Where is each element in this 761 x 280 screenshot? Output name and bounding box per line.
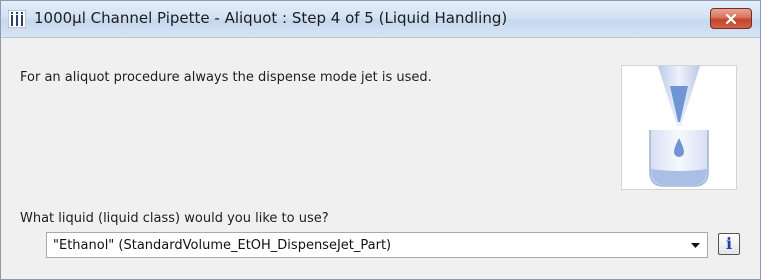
dialog-window: 1000µl Channel Pipette - Aliquot : Step …: [0, 0, 761, 280]
pipette-channels-icon: [7, 9, 27, 29]
close-button[interactable]: [710, 8, 752, 29]
pipette-dispense-jet-illustration: [621, 65, 737, 190]
close-icon: [725, 13, 737, 24]
chevron-down-icon: [691, 243, 700, 248]
dialog-content: For an aliquot procedure always the disp…: [1, 38, 760, 279]
title-bar[interactable]: 1000µl Channel Pipette - Aliquot : Step …: [1, 1, 760, 38]
liquid-class-dropdown[interactable]: "Ethanol" (StandardVolume_EtOH_DispenseJ…: [46, 232, 708, 258]
info-button[interactable]: i: [718, 233, 740, 255]
liquid-class-selected-value: "Ethanol" (StandardVolume_EtOH_DispenseJ…: [53, 238, 392, 253]
liquid-class-question: What liquid (liquid class) would you lik…: [20, 211, 329, 226]
window-title: 1000µl Channel Pipette - Aliquot : Step …: [34, 9, 508, 27]
description-text: For an aliquot procedure always the disp…: [20, 70, 432, 85]
info-icon: i: [725, 234, 733, 253]
